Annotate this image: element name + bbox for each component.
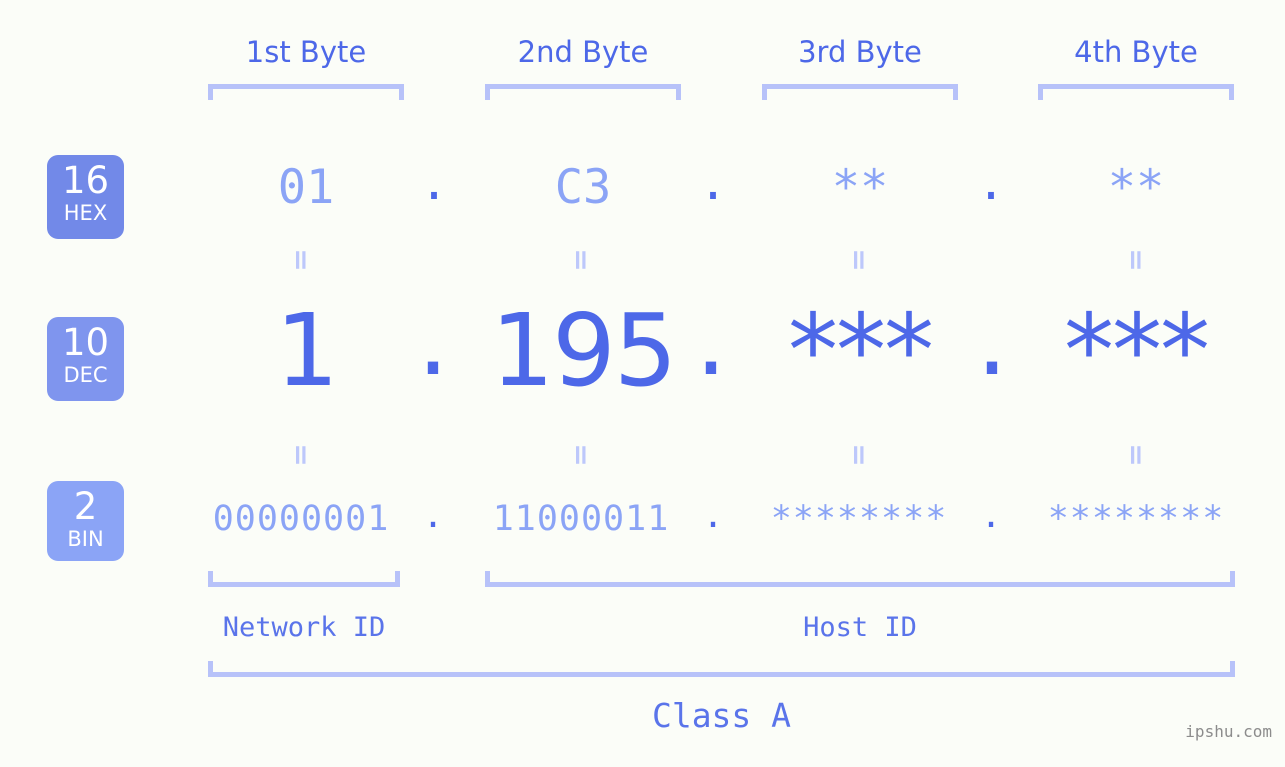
- class-label: Class A: [651, 696, 792, 735]
- network-id-label: Network ID: [222, 612, 386, 643]
- hex-byte-1: 01: [277, 160, 335, 215]
- byte-bracket-4: [1038, 84, 1234, 100]
- dec-separator-1: .: [417, 281, 449, 398]
- hex-byte-2: C3: [554, 160, 612, 215]
- class-bracket: [208, 661, 1235, 677]
- hex-separator-2: .: [698, 156, 728, 211]
- equality-marker-hex-dec-2: =: [565, 248, 598, 272]
- bin-byte-3: ********: [770, 499, 948, 539]
- hex-value-row: 01 . C3 . ** . **: [0, 152, 1285, 224]
- byte-bracket-2: [485, 84, 681, 100]
- ip-address-breakdown-diagram: 1st Byte 2nd Byte 3rd Byte 4th Byte 16 H…: [0, 0, 1285, 767]
- site-watermark: ipshu.com: [1185, 722, 1272, 741]
- equality-marker-hex-dec-4: =: [1120, 248, 1153, 272]
- equality-marker-dec-bin-2: =: [565, 443, 598, 467]
- byte-header-4: 4th Byte: [1074, 35, 1198, 69]
- bin-byte-4: ********: [1047, 499, 1225, 539]
- byte-header-2: 2nd Byte: [517, 35, 649, 69]
- equality-marker-dec-bin-4: =: [1120, 443, 1153, 467]
- byte-bracket-1: [208, 84, 404, 100]
- byte-header-1: 1st Byte: [245, 35, 367, 69]
- bin-byte-2: 11000011: [492, 499, 670, 539]
- dec-value-row: 1 . 195 . *** . ***: [0, 281, 1285, 412]
- byte-bracket-3: [762, 84, 958, 100]
- host-id-bracket: [485, 571, 1235, 587]
- bin-separator-2: .: [702, 496, 724, 536]
- dec-byte-4: ***: [1064, 292, 1210, 409]
- dec-separator-3: .: [976, 281, 1008, 398]
- bin-byte-1: 00000001: [212, 499, 390, 539]
- bin-separator-1: .: [422, 496, 444, 536]
- hex-byte-3: **: [831, 160, 889, 215]
- equality-marker-hex-dec-3: =: [843, 248, 876, 272]
- host-id-label: Host ID: [803, 612, 917, 643]
- byte-header-3: 3rd Byte: [798, 35, 922, 69]
- dec-separator-2: .: [695, 281, 727, 398]
- equality-marker-dec-bin-3: =: [843, 443, 876, 467]
- hex-separator-3: .: [976, 156, 1006, 211]
- dec-byte-3: ***: [788, 292, 934, 409]
- equality-marker-dec-bin-1: =: [285, 443, 318, 467]
- dec-byte-2: 195: [490, 292, 678, 409]
- hex-byte-4: **: [1107, 160, 1165, 215]
- bin-separator-3: .: [980, 496, 1002, 536]
- hex-separator-1: .: [419, 156, 449, 211]
- network-id-bracket: [208, 571, 400, 587]
- equality-marker-hex-dec-1: =: [285, 248, 318, 272]
- bin-value-row: 00000001 . 11000011 . ******** . *******…: [0, 489, 1285, 549]
- dec-byte-1: 1: [275, 292, 339, 409]
